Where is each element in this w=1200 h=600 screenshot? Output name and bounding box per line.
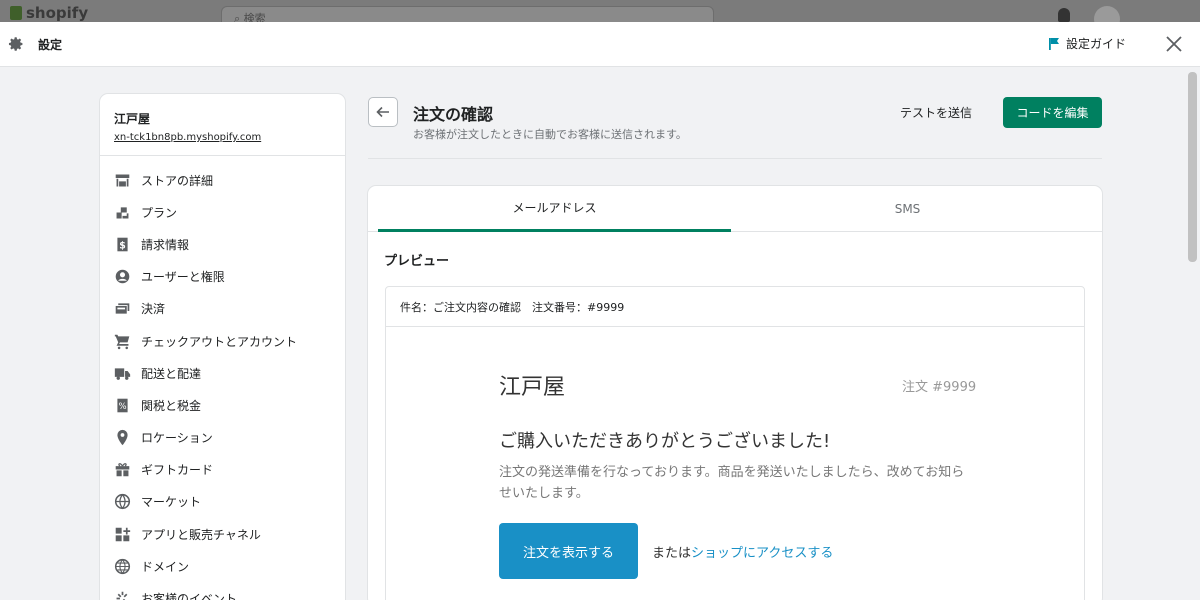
customer-events-icon (116, 591, 128, 600)
shopify-bag-icon (10, 6, 22, 20)
plan-icon (116, 207, 129, 219)
domain-globe-icon (114, 558, 131, 574)
channel-tabs: メールアドレス SMS (368, 186, 1102, 232)
settings-title: 設定 (38, 38, 63, 52)
sidebar-item-taxes[interactable]: % 関税と税金 (100, 389, 345, 421)
store-name: 江戸屋 (114, 112, 151, 126)
globe-icon (114, 494, 131, 510)
scrollbar-thumb[interactable] (1188, 72, 1197, 262)
tab-sms[interactable]: SMS (731, 186, 1084, 232)
email-description: 注文の発送準備を行なっております。商品を発送いたしましたら、改めてお知らせいたし… (499, 465, 965, 501)
sidebar-item-domains[interactable]: ドメイン (100, 550, 345, 582)
email-subject: 件名：ご注文内容の確認 注文番号：#9999 (386, 287, 1084, 327)
location-pin-icon (117, 429, 128, 446)
sidebar-item-billing[interactable]: $ 請求情報 (100, 228, 345, 260)
gift-icon (115, 463, 130, 477)
notification-card: メールアドレス SMS プレビュー 件名：ご注文内容の確認 注文番号：#9999… (368, 186, 1102, 600)
settings-nav: ストアの詳細 プラン $ 請求情報 ユーザーと権限 決済 チェックアウトとアカウ… (100, 156, 345, 600)
gear-icon (8, 37, 23, 51)
tax-icon: % (117, 398, 128, 413)
page-title: 注文の確認 (413, 105, 494, 124)
setup-guide-button[interactable]: 設定ガイド (1048, 35, 1126, 52)
visit-shop-link[interactable]: ショップにアクセスする (691, 546, 833, 561)
avatar (1094, 6, 1120, 22)
background-app-header: shopify ⌕ 検索 (0, 0, 1200, 22)
sidebar-item-payments[interactable]: 決済 (100, 293, 345, 325)
sidebar-item-gift-cards[interactable]: ギフトカード (100, 454, 345, 486)
email-preview: 件名：ご注文内容の確認 注文番号：#9999 江戸屋 注文 #9999 ご購入い… (385, 286, 1085, 600)
sidebar-item-customer-events[interactable]: お客様のイベント (100, 582, 345, 600)
cart-icon (114, 334, 130, 349)
settings-topbar: 設定 設定ガイド (0, 22, 1200, 67)
scrollbar[interactable] (1186, 70, 1198, 600)
sidebar-item-checkout[interactable]: チェックアウトとアカウント (100, 325, 345, 357)
close-icon[interactable] (1164, 34, 1184, 54)
sidebar-item-markets[interactable]: マーケット (100, 486, 345, 518)
store-url-link[interactable]: xn-tck1bn8pb.myshopify.com (114, 132, 331, 143)
bell-icon (1058, 8, 1070, 22)
svg-text:$: $ (119, 240, 126, 251)
background-search-bar: ⌕ 検索 (221, 6, 714, 22)
flag-icon (1049, 38, 1059, 50)
back-button[interactable] (368, 97, 398, 127)
svg-text:%: % (118, 402, 126, 412)
header-divider (368, 158, 1102, 159)
edit-code-button[interactable]: コードを編集 (1003, 97, 1102, 128)
arrow-left-icon (376, 106, 389, 118)
email-order-number: 注文 #9999 (902, 380, 977, 395)
apps-icon (115, 527, 131, 541)
settings-modal: 設定 設定ガイド 江戸屋 xn-tck1bn8pb.myshopify.com … (0, 22, 1200, 600)
sidebar-item-users[interactable]: ユーザーと権限 (100, 261, 345, 293)
shop-link-text: またはショップにアクセスする (652, 546, 834, 561)
email-thanks-heading: ご購入いただきありがとうございました! (499, 431, 831, 452)
user-icon (115, 269, 130, 284)
sidebar-item-shipping[interactable]: 配送と配達 (100, 357, 345, 389)
email-store-name: 江戸屋 (499, 375, 566, 400)
sidebar-item-apps[interactable]: アプリと販売チャネル (100, 518, 345, 550)
sidebar-item-plan[interactable]: プラン (100, 196, 345, 228)
send-test-button[interactable]: テストを送信 (900, 104, 972, 121)
truck-icon (114, 368, 131, 380)
shopify-logo: shopify (10, 4, 88, 22)
preview-heading: プレビュー (384, 254, 450, 269)
tab-email[interactable]: メールアドレス (378, 186, 731, 232)
sidebar-item-store-details[interactable]: ストアの詳細 (100, 164, 345, 196)
settings-sidebar: 江戸屋 xn-tck1bn8pb.myshopify.com ストアの詳細 プラ… (100, 94, 345, 600)
payment-icon (115, 303, 130, 314)
page-subtitle: お客様が注文したときに自動でお客様に送信されます。 (413, 128, 687, 141)
billing-icon: $ (117, 237, 128, 251)
view-order-button[interactable]: 注文を表示する (499, 523, 638, 579)
store-icon (115, 174, 130, 187)
sidebar-item-locations[interactable]: ロケーション (100, 422, 345, 454)
store-header: 江戸屋 xn-tck1bn8pb.myshopify.com (100, 94, 345, 156)
